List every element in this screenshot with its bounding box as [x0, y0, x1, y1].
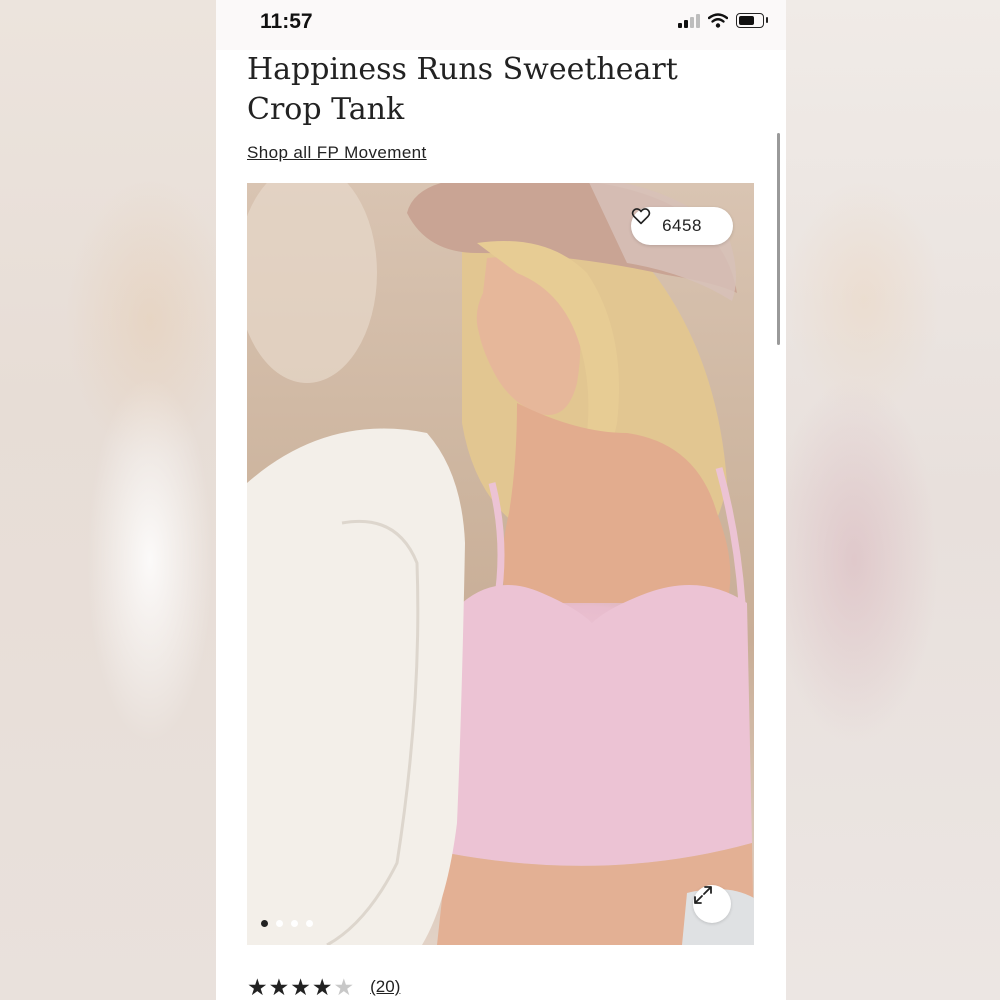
product-title: Happiness Runs Sweetheart Crop Tank: [247, 52, 678, 127]
like-count: 6458: [662, 216, 702, 235]
star-rating: ★ ★ ★ ★ ★: [247, 974, 354, 1000]
star-icon: ★: [268, 974, 290, 1000]
expand-icon: [694, 886, 712, 904]
background-blur-left: [0, 0, 216, 1000]
product-image[interactable]: 6458: [247, 183, 754, 945]
carousel-dot-4[interactable]: [306, 920, 313, 927]
status-bar: 11:57: [216, 0, 786, 50]
star-icon: ★: [290, 974, 311, 1000]
carousel-dots: [261, 920, 313, 927]
carousel-dot-3[interactable]: [291, 920, 298, 927]
star-icon: ★: [311, 974, 333, 1000]
scrollbar[interactable]: [777, 133, 780, 345]
phone-screen: 11:57 Happiness Runs Sweetheart Crop Tan…: [216, 0, 786, 1000]
product-photo: [247, 183, 754, 945]
carousel-dot-2[interactable]: [276, 920, 283, 927]
review-count-link[interactable]: (20): [370, 977, 400, 997]
signal-icon: [678, 13, 700, 28]
background-blur-right: [784, 0, 1000, 1000]
rating-row: ★ ★ ★ ★ ★ (20): [247, 974, 400, 1000]
wifi-icon: [708, 13, 728, 28]
heart-icon: [631, 208, 651, 225]
shop-all-link[interactable]: Shop all FP Movement: [247, 143, 427, 163]
battery-icon: [736, 13, 768, 28]
expand-image-button[interactable]: [693, 885, 731, 923]
status-icons: [678, 13, 768, 28]
star-icon: ★: [247, 974, 268, 1000]
star-icon: ★: [333, 974, 355, 1000]
like-button[interactable]: 6458: [631, 207, 733, 245]
status-time: 11:57: [260, 10, 313, 33]
carousel-dot-1[interactable]: [261, 920, 268, 927]
